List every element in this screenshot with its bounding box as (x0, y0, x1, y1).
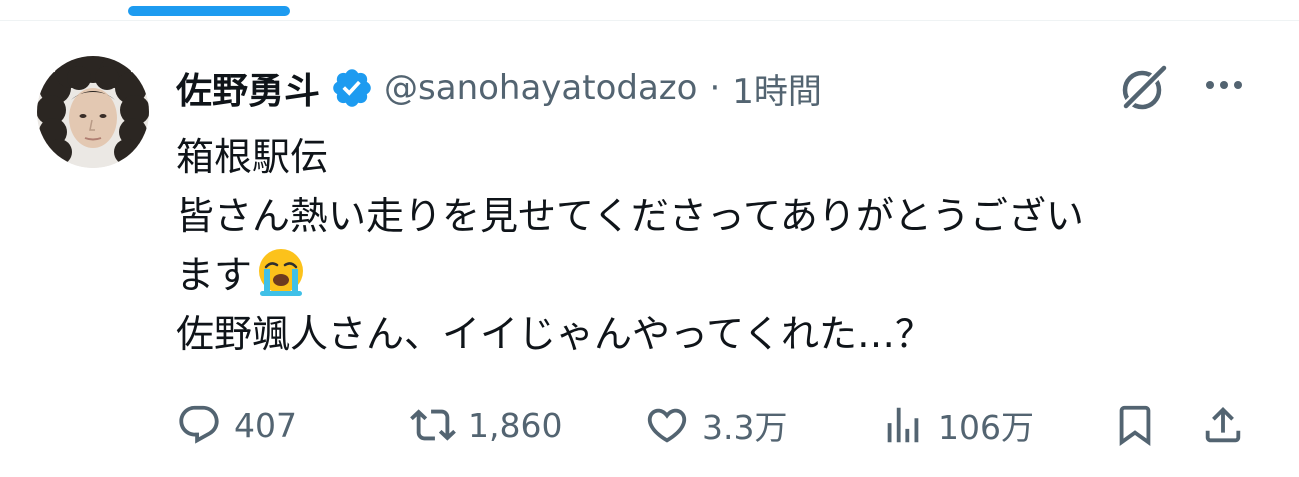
post-line: 佐野颯人さん、イイじゃんやってくれた…？ (176, 312, 933, 356)
reply-button[interactable]: 407 (176, 400, 297, 450)
action-bar: 407 1,860 3.3万 106万 (0, 400, 1299, 450)
tab-bar (0, 0, 1299, 21)
repost-button[interactable]: 1,860 (410, 400, 562, 450)
share-button[interactable] (1200, 400, 1246, 450)
views-count: 106万 (938, 408, 1034, 447)
post-header: 佐野勇斗 @sanohayatodazo · 1時間 (176, 60, 822, 116)
user-handle[interactable]: @sanohayatodazo (384, 68, 697, 108)
active-tab-indicator (128, 6, 290, 16)
bookmark-icon (1119, 405, 1151, 446)
display-name[interactable]: 佐野勇斗 (176, 62, 320, 114)
post-timestamp[interactable]: 1時間 (732, 64, 822, 113)
verified-badge-icon[interactable] (330, 66, 374, 110)
post-line-with-emoji: ます (176, 246, 1256, 305)
repost-count: 1,860 (468, 405, 563, 445)
like-icon (647, 408, 687, 443)
repost-icon (410, 409, 456, 441)
views-icon (887, 407, 919, 443)
grok-icon[interactable] (1118, 62, 1170, 114)
share-icon (1205, 406, 1241, 443)
post-line: 皆さん熱い走りを見せてくださってありがとうござい (176, 194, 1084, 238)
reply-count: 407 (234, 405, 297, 445)
post-line: ます (176, 253, 253, 297)
avatar-image (37, 56, 149, 168)
reply-icon (179, 405, 219, 444)
like-button[interactable]: 3.3万 (644, 400, 787, 450)
like-count: 3.3万 (702, 408, 788, 447)
bookmark-button[interactable] (1112, 400, 1158, 450)
more-icon[interactable] (1200, 70, 1248, 100)
avatar[interactable] (37, 56, 149, 168)
loudly-crying-face-icon (259, 249, 304, 296)
views-button[interactable]: 106万 (880, 400, 1034, 450)
post-line: 箱根駅伝 (176, 135, 329, 179)
post-text: 箱根駅伝 皆さん熱い走りを見せてくださってありがとうござい ます 佐野颯人さん、… (176, 128, 1256, 364)
header-separator: · (709, 68, 721, 108)
